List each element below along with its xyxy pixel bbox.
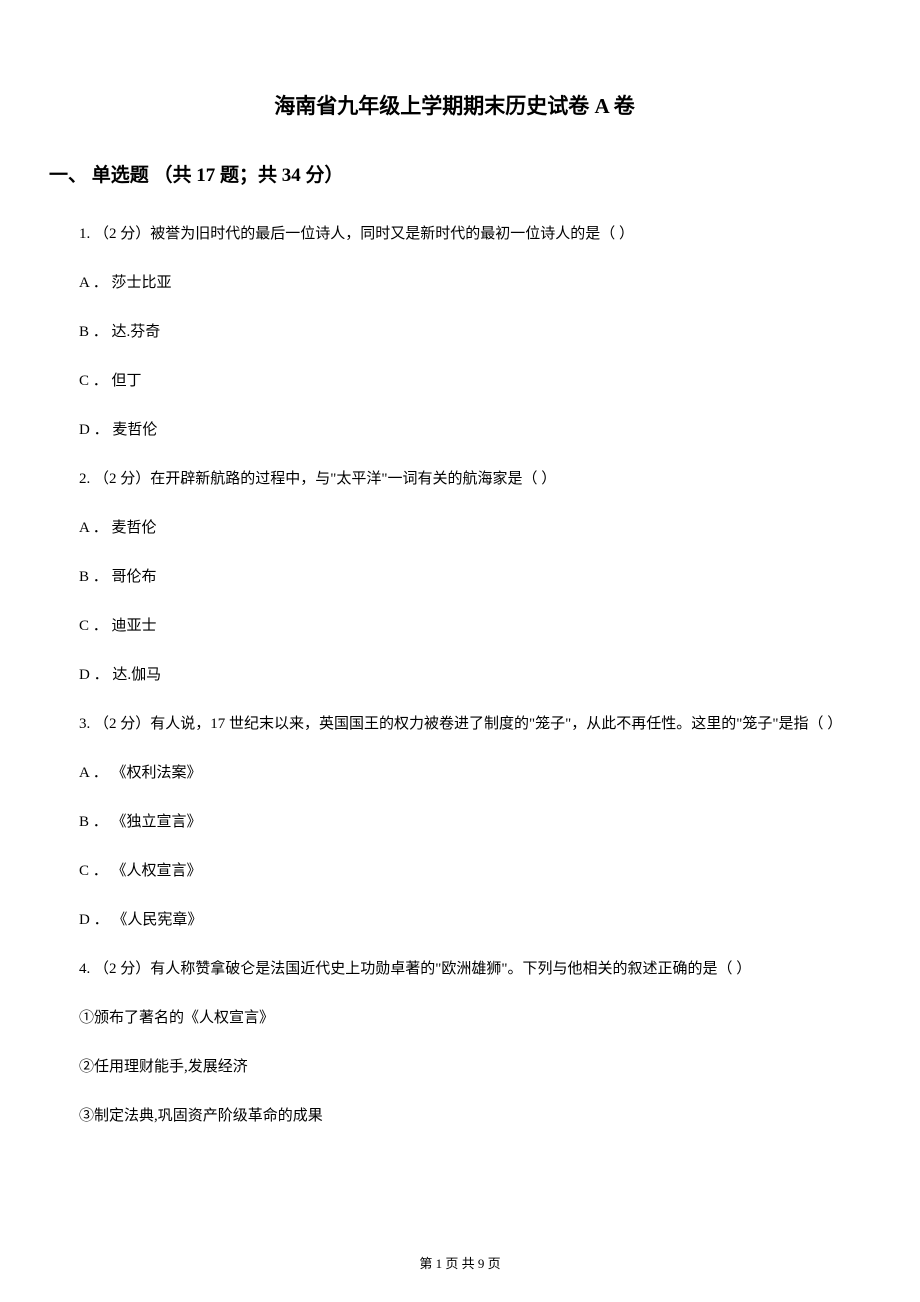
- question-2-option-a: A ． 麦哲伦: [49, 516, 860, 540]
- question-3-option-d: D ． 《人民宪章》: [49, 908, 860, 932]
- question-1-option-c: C ． 但丁: [49, 369, 860, 393]
- question-3-text: 3. （2 分）有人说，17 世纪末以来，英国国王的权力被卷进了制度的"笼子"，…: [79, 716, 842, 732]
- question-4-subitem-1: ①颁布了著名的《人权宣言》: [49, 1006, 860, 1030]
- question-3-option-a: A ． 《权利法案》: [49, 761, 860, 785]
- question-4-prompt: 4. （2 分）有人称赞拿破仑是法国近代史上功勋卓著的"欧洲雄狮"。下列与他相关…: [49, 957, 860, 981]
- question-2-option-c: C ． 迪亚士: [49, 614, 860, 638]
- question-2-prompt: 2. （2 分）在开辟新航路的过程中，与"太平洋"一词有关的航海家是（ ）: [49, 467, 860, 491]
- question-4-subitem-2: ②任用理财能手,发展经济: [49, 1055, 860, 1079]
- section-header: 一、 单选题 （共 17 题；共 34 分）: [49, 160, 860, 187]
- question-1-option-a: A ． 莎士比亚: [49, 271, 860, 295]
- question-1-option-b: B ． 达.芬奇: [49, 320, 860, 344]
- page-title: 海南省九年级上学期期末历史试卷 A 卷: [49, 90, 860, 120]
- question-2-option-b: B ． 哥伦布: [49, 565, 860, 589]
- question-2-option-d: D ． 达.伽马: [49, 663, 860, 687]
- question-4-subitem-3: ③制定法典,巩固资产阶级革命的成果: [49, 1104, 860, 1128]
- question-3-option-c: C ． 《人权宣言》: [49, 859, 860, 883]
- page-footer: 第 1 页 共 9 页: [0, 1253, 920, 1272]
- question-1-option-d: D ． 麦哲伦: [49, 418, 860, 442]
- question-3-option-b: B ． 《独立宣言》: [49, 810, 860, 834]
- question-3-prompt: 3. （2 分）有人说，17 世纪末以来，英国国王的权力被卷进了制度的"笼子"，…: [49, 712, 860, 736]
- question-1-prompt: 1. （2 分）被誉为旧时代的最后一位诗人，同时又是新时代的最初一位诗人的是（ …: [49, 222, 860, 246]
